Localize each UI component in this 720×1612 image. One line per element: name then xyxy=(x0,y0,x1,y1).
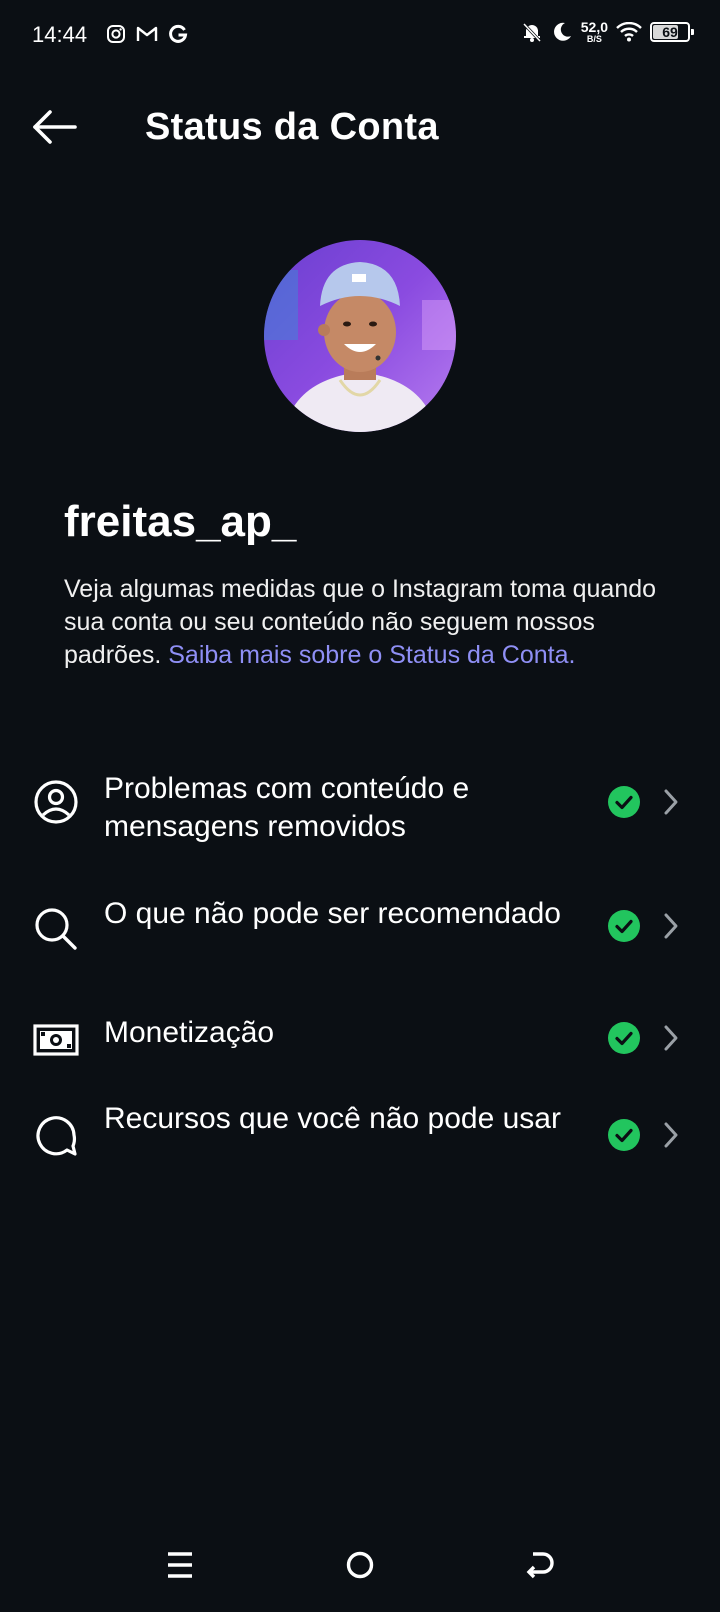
moon-icon xyxy=(553,22,571,41)
chevron-right-icon xyxy=(664,1122,678,1148)
list-item-label: Problemas com conteúdo e mensagens remov… xyxy=(104,772,470,843)
list-item-not-recommended[interactable]: O que não pode ser recomendado xyxy=(0,895,720,971)
avatar xyxy=(264,240,456,432)
google-icon xyxy=(169,24,188,43)
list-item-label: Monetização xyxy=(104,1016,275,1049)
app-header: Status da Conta xyxy=(0,82,720,172)
network-speed: 52,0 B/S xyxy=(581,20,608,44)
chevron-right-icon xyxy=(664,789,678,815)
battery-level: 69 xyxy=(662,24,678,40)
network-speed-value: 52,0 xyxy=(580,19,608,35)
chat-bubble-icon xyxy=(32,1112,80,1160)
system-navigation-bar xyxy=(0,1535,720,1595)
notification-icons xyxy=(106,24,188,44)
check-circle-icon xyxy=(608,1022,640,1054)
list-item-removed-content[interactable]: Problemas com conteúdo e mensagens remov… xyxy=(0,770,720,846)
page-title: Status da Conta xyxy=(145,106,439,148)
chevron-right-icon xyxy=(664,913,678,939)
status-time: 14:44 xyxy=(32,22,88,47)
user-circle-icon xyxy=(32,778,80,826)
list-item-label: Recursos que você não pode usar xyxy=(104,1102,561,1135)
instagram-icon xyxy=(107,25,125,43)
search-icon xyxy=(32,905,80,953)
home-circle-icon xyxy=(346,1551,374,1579)
system-icons: 52,0 B/S 69 xyxy=(521,20,694,44)
account-status-description: Veja algumas medidas que o Instagram tom… xyxy=(64,573,664,672)
recent-apps-button[interactable] xyxy=(150,1535,210,1595)
list-item-restricted-features[interactable]: Recursos que você não pode usar xyxy=(0,1100,720,1176)
home-button[interactable] xyxy=(330,1535,390,1595)
check-circle-icon xyxy=(608,786,640,818)
back-button[interactable] xyxy=(28,102,80,152)
back-nav-icon xyxy=(526,1552,554,1579)
battery-icon: 69 xyxy=(650,22,694,42)
list-item-monetization[interactable]: Monetização xyxy=(0,1010,720,1070)
money-icon xyxy=(32,1016,80,1064)
check-circle-icon xyxy=(608,1119,640,1151)
back-nav-button[interactable] xyxy=(510,1535,570,1595)
gmail-icon xyxy=(136,26,158,41)
check-circle-icon xyxy=(608,910,640,942)
bell-off-icon xyxy=(522,22,541,43)
username: freitas_ap_ xyxy=(64,497,297,546)
menu-icon xyxy=(168,1552,192,1578)
learn-more-link[interactable]: Saiba mais sobre o Status da Conta. xyxy=(168,641,575,669)
list-item-label: O que não pode ser recomendado xyxy=(104,897,561,930)
network-speed-unit: B/S xyxy=(586,34,602,44)
status-bar: 14:44 52,0 B/S 69 xyxy=(0,0,720,72)
wifi-icon xyxy=(616,22,642,42)
arrow-left-icon xyxy=(33,110,77,144)
chevron-right-icon xyxy=(664,1025,678,1051)
